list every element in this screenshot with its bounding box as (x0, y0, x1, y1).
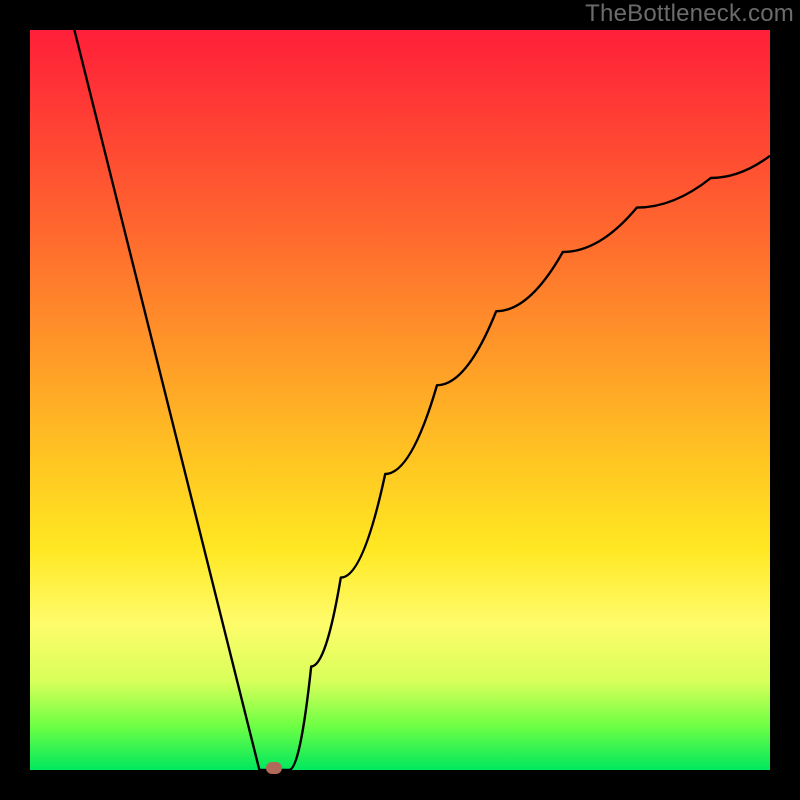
watermark-text: TheBottleneck.com (585, 0, 794, 28)
curve-svg (30, 30, 770, 770)
plot-area (30, 30, 770, 770)
chart-container: TheBottleneck.com (0, 0, 800, 800)
cusp-marker (266, 762, 282, 774)
bottleneck-curve (74, 30, 770, 770)
